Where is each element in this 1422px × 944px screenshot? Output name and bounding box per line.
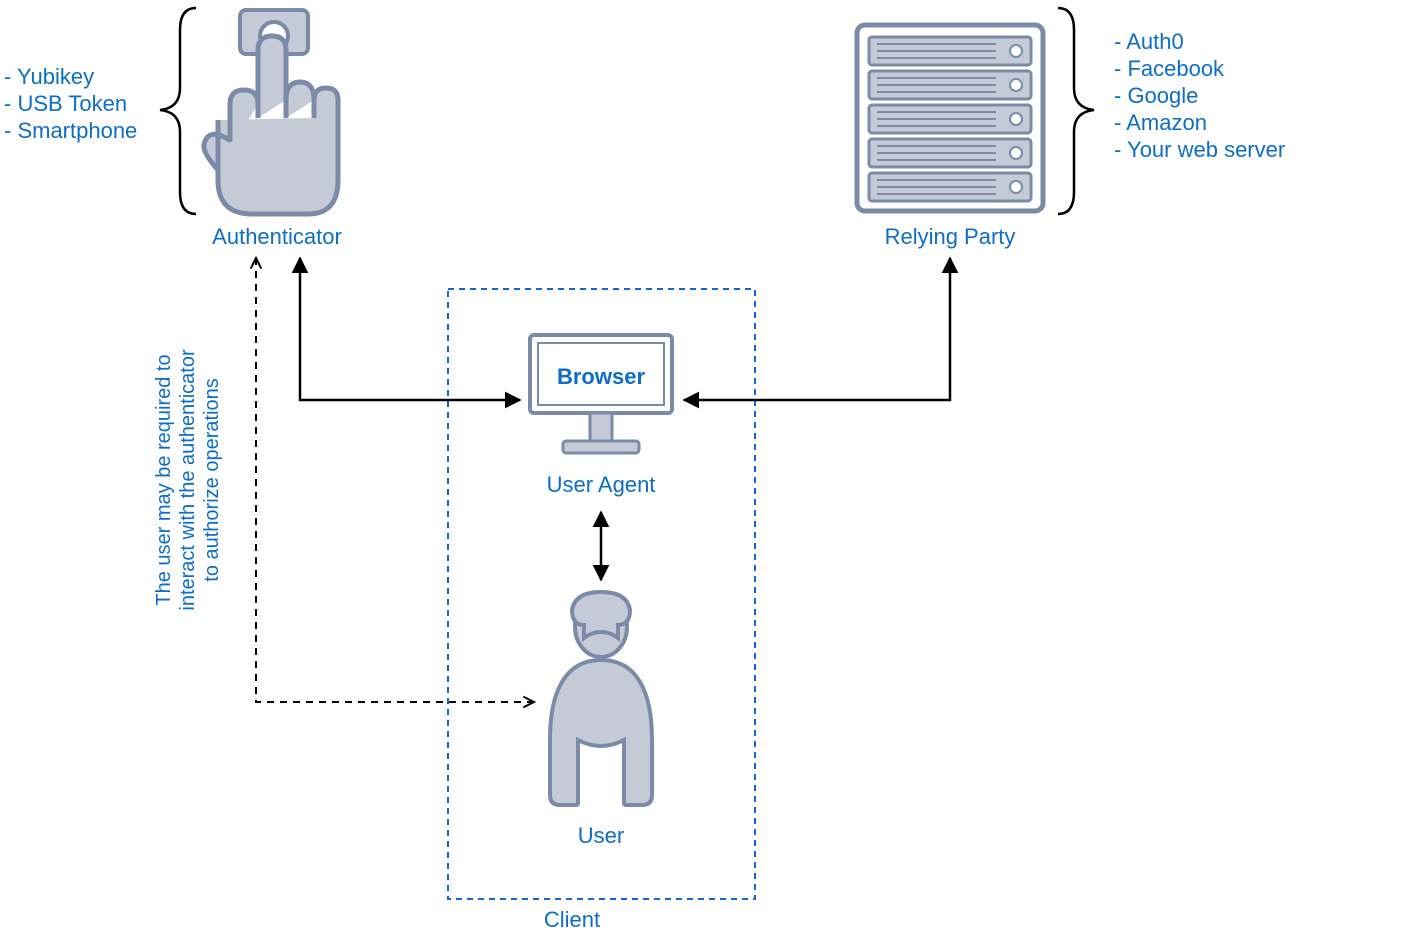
- client-label: Client: [544, 907, 600, 932]
- browser-label: Browser: [557, 364, 645, 389]
- relying-party-example-3: - Google: [1114, 83, 1198, 108]
- authenticator-example-2: - USB Token: [4, 91, 127, 116]
- brace-right-icon: [1058, 8, 1094, 214]
- svg-text:to authorize operations: to authorize operations: [201, 378, 223, 581]
- monitor-icon: [530, 335, 672, 453]
- authenticator-example-3: - Smartphone: [4, 118, 137, 143]
- relying-party-label: Relying Party: [885, 224, 1016, 249]
- user-label: User: [578, 823, 624, 848]
- user-icon: [550, 592, 652, 805]
- arrow-authenticator-browser: [300, 258, 520, 400]
- svg-text:The user may be required to: The user may be required to: [153, 354, 175, 605]
- relying-party-example-2: - Facebook: [1114, 56, 1225, 81]
- authenticator-icon: [204, 10, 338, 214]
- relying-party-example-4: - Amazon: [1114, 110, 1207, 135]
- authenticator-label: Authenticator: [212, 224, 342, 249]
- user-agent-label: User Agent: [547, 472, 656, 497]
- relying-party-example-5: - Your web server: [1114, 137, 1285, 162]
- brace-left-icon: [160, 8, 196, 214]
- server-icon: [857, 25, 1043, 211]
- arrow-authenticator-user-dashed: [256, 258, 534, 702]
- authenticator-example-1: - Yubikey: [4, 64, 94, 89]
- relying-party-example-1: - Auth0: [1114, 29, 1184, 54]
- svg-text:interact with the authenticato: interact with the authenticator: [177, 349, 199, 611]
- arrow-relyingparty-browser: [684, 258, 950, 400]
- note-text: The user may be required to interact wit…: [153, 349, 223, 611]
